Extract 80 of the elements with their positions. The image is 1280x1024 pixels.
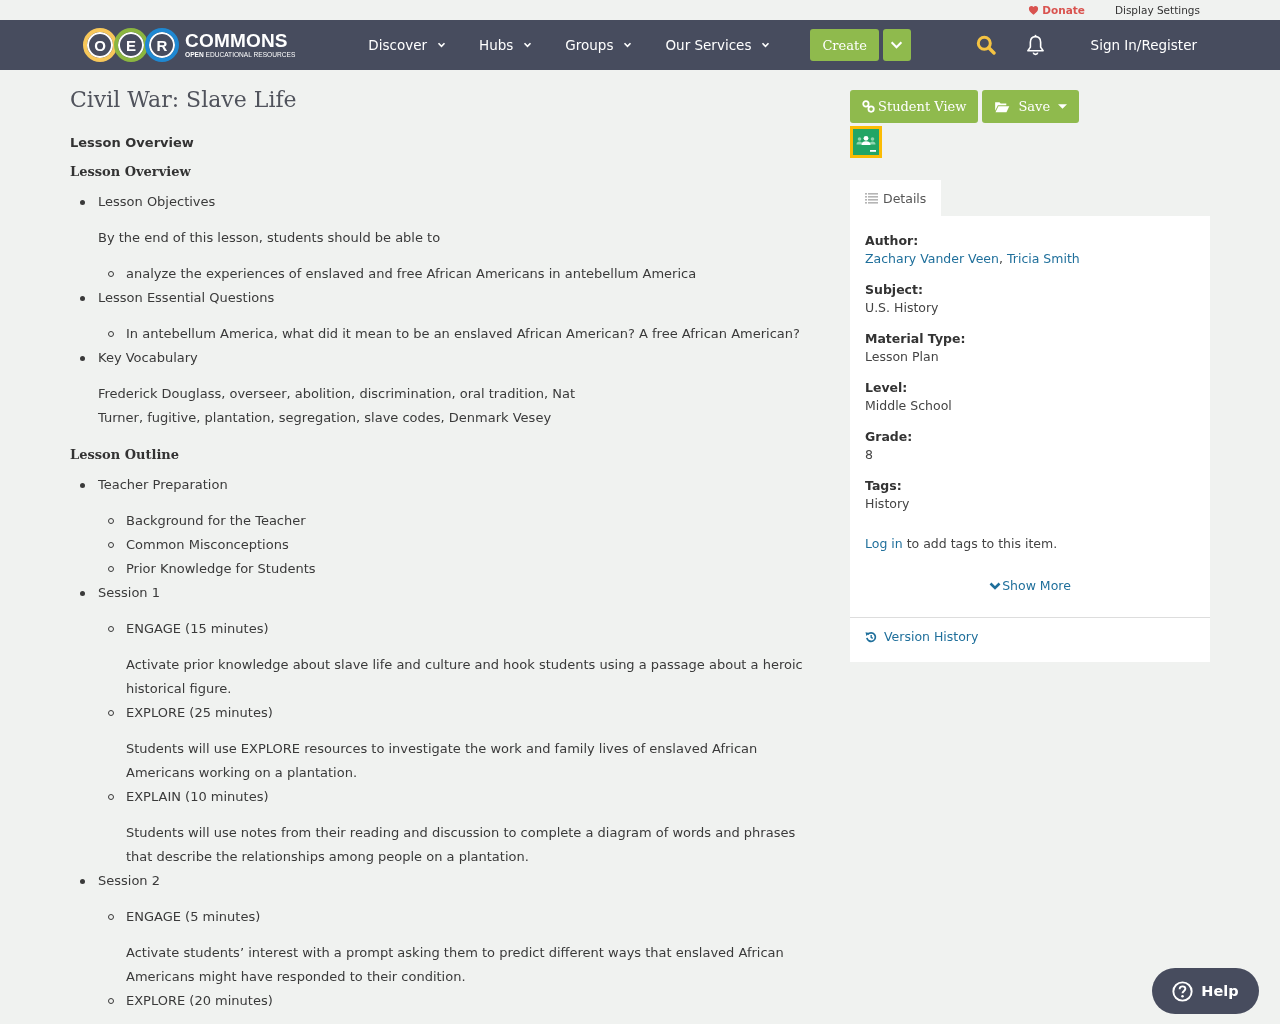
help-icon (1172, 980, 1194, 1002)
field-label: Material Type: (865, 330, 967, 348)
list-item-text: Session 1 (98, 584, 160, 602)
paragraph: By the end of this lesson, students should be able to (98, 229, 442, 247)
list-item-text: ENGAGE (15 minutes) (126, 620, 269, 638)
bullet-icon (80, 199, 85, 205)
sign-in-link[interactable]: Sign In/Register (1090, 37, 1197, 53)
section-heading: Lesson Outline (70, 446, 181, 464)
field-label: Author: (865, 232, 920, 250)
details-tab[interactable]: Details (850, 180, 942, 216)
author-link[interactable]: Tricia Smith (1006, 251, 1080, 266)
list-item-text: EXPLORE (20 minutes) (126, 992, 273, 1010)
chevron-icon (989, 582, 1002, 590)
list-item-text: Common Misconceptions (126, 536, 289, 554)
nav-menu-link[interactable]: Discover (368, 37, 446, 53)
chalkboard-icon[interactable] (850, 126, 882, 158)
nav-menu-link[interactable]: Hubs (479, 37, 533, 53)
display-settings-link[interactable]: Display Settings (1114, 4, 1200, 16)
bullet-icon (80, 355, 85, 361)
link-icon (862, 100, 875, 113)
paragraph: Activate prior knowledge about slave life and culture and hook students using a passage about a heroic historical figure. (126, 656, 804, 698)
field-value: History (865, 495, 911, 513)
create-menu-button[interactable] (882, 29, 911, 61)
show-more-link[interactable]: Show More (989, 577, 1071, 595)
section-heading: Lesson Overview (70, 163, 192, 181)
logo-wordmark[interactable]: COMMONS (185, 31, 296, 51)
login-note: Log in to add tags to this item. (865, 535, 1059, 553)
author-link[interactable]: Zachary Vander Veen (865, 251, 999, 266)
nav-menu-link[interactable]: Groups (565, 37, 633, 53)
list-item-text: EXPLORE (25 minutes) (126, 704, 273, 722)
list-item-text: EXPLAIN (10 minutes) (126, 788, 269, 806)
list-item-text: analyze the experiences of enslaved and free African Americans in antebellum America (126, 265, 697, 283)
section-label: Lesson Overview (70, 134, 195, 152)
logo-letter-ring[interactable]: O (83, 28, 117, 62)
list-item-text: Teacher Preparation (98, 476, 228, 494)
bullet-icon (80, 590, 85, 596)
paragraph: Frederick Douglass, overseer, abolition, discrimination, oral tradition, Nat Turner, fugitive, plantation, segregation, slave codes, Denmark Vesey (98, 385, 576, 427)
list-item-text: ENGAGE (5 minutes) (126, 908, 261, 926)
chevron-icon (890, 41, 904, 49)
list-item-text: Background for the Teacher (126, 512, 306, 530)
caret-icon (1058, 104, 1068, 109)
field-value: U.S. History (865, 299, 940, 317)
chevron-icon (523, 42, 533, 48)
login-link[interactable]: Log in (865, 536, 903, 551)
field-value: Middle School (865, 397, 953, 415)
chevron-icon (437, 42, 446, 48)
bullet-icon (80, 878, 85, 884)
bullet-icon (80, 482, 85, 488)
search-icon[interactable] (975, 35, 996, 55)
history-icon (865, 631, 877, 643)
list-item-text: In antebellum America, what did it mean to be an enslaved African American? A free African American? (126, 325, 800, 343)
paragraph: Activate students’ interest with a prompt asking them to predict different ways that enslaved African Americans might have responded to their condition. (126, 944, 785, 986)
list-item-text: Prior Knowledge for Students (126, 560, 316, 578)
paragraph: Students will use EXPLORE resources to investigate the work and family lives of enslaved African Americans working on a plantation. (126, 740, 759, 782)
list-item-text: Key Vocabulary (98, 349, 198, 367)
version-history-link[interactable]: Version History (865, 628, 979, 646)
field-label: Level: (865, 379, 909, 397)
folder-icon (994, 100, 1011, 113)
field-label: Grade: (865, 428, 914, 446)
bullet-icon (80, 295, 85, 301)
help-button[interactable]: Help (1152, 968, 1259, 1014)
chevron-icon (623, 42, 633, 48)
page-title: Civil War: Slave Life (70, 86, 298, 114)
paragraph: Students will use notes from their reading and discussion to complete a diagram of words and phrases that describe the relationships among people on a plantation. (126, 824, 797, 866)
field-label: Tags: (865, 477, 903, 495)
field-value: Lesson Plan (865, 348, 940, 366)
field-value: 8 (865, 446, 874, 464)
list-item-text: Lesson Objectives (98, 193, 216, 211)
field-label: Subject: (865, 281, 924, 299)
bell-icon[interactable] (1025, 33, 1045, 57)
heart-icon (1028, 5, 1040, 15)
list-icon (865, 192, 878, 204)
separator-text: , (999, 251, 1003, 266)
logo-letter-ring[interactable]: R (145, 28, 179, 62)
list-item-text: Lesson Essential Questions (98, 289, 275, 307)
nav-menu-link[interactable]: Our Services (665, 37, 771, 53)
logo-letter-ring[interactable]: E (114, 28, 148, 62)
chevron-icon (761, 42, 771, 48)
donate-link[interactable]: Donate (1028, 4, 1085, 16)
list-item-text: Session 2 (98, 872, 160, 890)
